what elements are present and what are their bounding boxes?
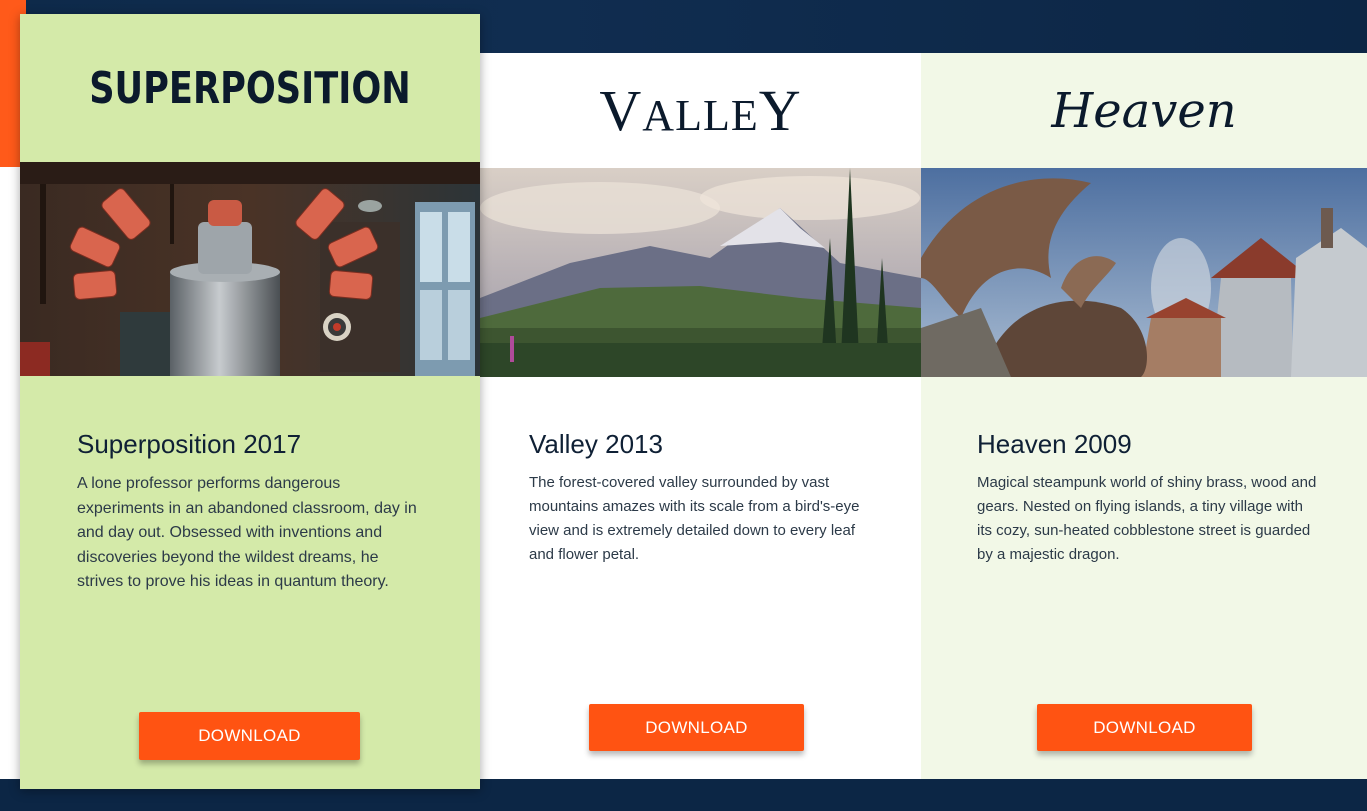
- card-title: Superposition 2017: [77, 429, 302, 459]
- card-superposition[interactable]: SUPERPOSITION Superposition 2017 A lone …: [20, 14, 480, 789]
- valley-hero-image: [480, 168, 921, 377]
- heaven-hero-image: [921, 168, 1367, 377]
- superposition-logo-text: SUPERPOSITION: [89, 62, 411, 114]
- card-title: Valley 2013: [529, 429, 663, 459]
- card-title: Heaven 2009: [977, 429, 1132, 459]
- heaven-logo: Heaven: [921, 53, 1367, 168]
- card-description: The forest-covered valley surrounded by …: [529, 474, 860, 563]
- card-valley[interactable]: VALLEY Valley 2013 The forest-covered va…: [480, 53, 921, 779]
- superposition-logo: SUPERPOSITION: [20, 14, 480, 162]
- card-heaven[interactable]: Heaven Heaven 2009 Magical steampunk wor…: [921, 53, 1367, 779]
- download-button[interactable]: DOWNLOAD: [139, 712, 360, 760]
- valley-logo: VALLEY: [480, 53, 921, 168]
- valley-logo-text: VALLEY: [599, 77, 801, 144]
- valley-logo-y: Y: [758, 78, 802, 143]
- download-button[interactable]: DOWNLOAD: [589, 704, 804, 751]
- valley-logo-v: V: [599, 78, 643, 143]
- card-description: A lone professor performs dangerous expe…: [77, 475, 417, 591]
- download-button[interactable]: DOWNLOAD: [1037, 704, 1252, 751]
- valley-logo-middle: ALLE: [642, 91, 759, 140]
- superposition-hero-image: [20, 162, 480, 376]
- card-description: Magical steampunk world of shiny brass, …: [977, 474, 1317, 563]
- heaven-logo-text: Heaven: [1051, 82, 1237, 139]
